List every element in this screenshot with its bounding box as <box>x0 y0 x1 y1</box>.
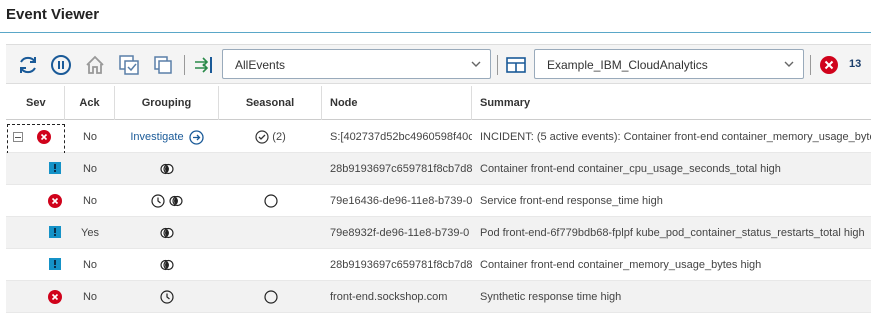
filter-select[interactable]: AllEvents <box>222 49 491 79</box>
page-title: Event Viewer <box>6 6 100 23</box>
ack-value: No <box>82 131 98 143</box>
collapse-toggle[interactable] <box>13 132 23 142</box>
filter-arrows-icon <box>195 57 212 73</box>
column-header-sev[interactable]: Sev <box>6 86 65 120</box>
home-icon <box>86 55 104 74</box>
node-value: 28b9193697c659781f8cb7d8 <box>330 259 472 271</box>
warning-severity-icon <box>49 162 61 174</box>
investigate-link[interactable]: Investigate <box>115 121 219 153</box>
view-select-value: Example_IBM_CloudAnalytics <box>547 58 708 72</box>
filter-button[interactable] <box>192 53 216 77</box>
node-value: 28b9193697c659781f8cb7d8 <box>330 163 472 175</box>
column-header-node[interactable]: Node <box>322 86 472 120</box>
toolbar: AllEvents Example_IBM_CloudAnalytics 13 <box>6 44 871 84</box>
ack-value: Yes <box>81 227 99 239</box>
investigate-label: Investigate <box>130 131 184 143</box>
critical-severity-icon <box>48 290 62 304</box>
refresh-icon <box>20 56 36 74</box>
table-row[interactable]: No 28b9193697c659781f8cb7d8 Container fr… <box>6 153 871 185</box>
related-events-icon <box>160 259 174 271</box>
column-header-grouping[interactable]: Grouping <box>115 86 219 120</box>
table-view-icon <box>506 57 526 73</box>
table-row[interactable]: No Investigate (2) S:[402737d52bc4960598… <box>6 121 871 154</box>
empty-circle-icon <box>263 290 278 304</box>
table-row[interactable]: No 79e16436-de96-11e8-b739-0 Service fro… <box>6 185 871 217</box>
critical-severity-icon <box>48 194 62 208</box>
critical-count: 13 <box>849 58 862 70</box>
summary-value: Service front-end response_time high <box>480 195 663 207</box>
empty-circle-icon <box>263 194 278 208</box>
related-events-icon <box>160 163 174 175</box>
critical-icon <box>820 56 838 74</box>
acknowledge-all-button[interactable] <box>117 53 141 77</box>
view-button[interactable] <box>504 53 528 77</box>
copy-icon <box>154 56 172 74</box>
summary-value: Pod front-end-6f779bdb68-fplpf kube_pod_… <box>480 227 865 239</box>
check-circle-icon <box>255 130 269 144</box>
grouping-cell <box>115 185 219 217</box>
seasonal-cell <box>219 281 322 313</box>
grouping-cell <box>115 153 219 185</box>
summary-value: INCIDENT: (5 active events): Container f… <box>480 131 871 143</box>
node-value: 79e16436-de96-11e8-b739-0 <box>330 195 472 207</box>
filter-select-value: AllEvents <box>235 58 286 72</box>
refresh-button[interactable] <box>16 53 40 77</box>
pause-icon <box>51 55 71 75</box>
toolbar-divider <box>497 55 498 75</box>
related-events-icon <box>160 227 174 239</box>
grouping-cell <box>115 217 219 249</box>
summary-value: Container front-end container_cpu_usage_… <box>480 163 781 175</box>
grouping-cell <box>115 249 219 281</box>
warning-severity-icon <box>49 258 61 270</box>
table-row[interactable]: No 28b9193697c659781f8cb7d8 Container fr… <box>6 249 871 281</box>
grouping-cell <box>115 281 219 313</box>
chevron-down-icon <box>471 61 481 67</box>
table-row[interactable]: No front-end.sockshop.com Synthetic resp… <box>6 281 871 313</box>
acknowledge-icon <box>119 55 139 75</box>
node-value: 79e8932f-de96-11e8-b739-0 <box>330 227 470 239</box>
arrow-right-circle-icon <box>188 129 204 145</box>
title-bar: Event Viewer <box>0 0 871 33</box>
ack-value: No <box>82 195 98 207</box>
home-button[interactable] <box>83 53 107 77</box>
seasonal-count: (2) <box>272 131 286 143</box>
chevron-down-icon <box>784 61 794 67</box>
table-row[interactable]: Yes 79e8932f-de96-11e8-b739-0 Pod front-… <box>6 217 871 249</box>
column-header-ack[interactable]: Ack <box>65 86 115 120</box>
view-select[interactable]: Example_IBM_CloudAnalytics <box>534 49 804 79</box>
seasonal-cell <box>219 185 322 217</box>
related-events-icon <box>168 195 183 207</box>
column-header-summary[interactable]: Summary <box>472 86 871 120</box>
pause-button[interactable] <box>49 53 73 77</box>
toolbar-divider <box>184 55 185 75</box>
ack-value: No <box>82 259 98 271</box>
clock-icon <box>160 290 174 304</box>
toolbar-divider <box>810 55 811 75</box>
column-header-seasonal[interactable]: Seasonal <box>219 86 322 120</box>
node-value: S:[402737d52bc4960598f40c <box>330 131 472 143</box>
clock-icon <box>151 194 166 208</box>
node-value: front-end.sockshop.com <box>330 291 448 303</box>
seasonal-cell: (2) <box>219 121 322 153</box>
ack-value: No <box>82 291 98 303</box>
critical-filter-button[interactable] <box>817 53 841 77</box>
summary-value: Container front-end container_memory_usa… <box>480 259 762 271</box>
critical-severity-icon <box>37 130 51 144</box>
grid-header: Sev Ack Grouping Seasonal Node Summary <box>6 86 871 120</box>
summary-value: Synthetic response time high <box>480 291 622 303</box>
warning-severity-icon <box>49 226 61 238</box>
copy-button[interactable] <box>151 53 175 77</box>
ack-value: No <box>82 163 98 175</box>
